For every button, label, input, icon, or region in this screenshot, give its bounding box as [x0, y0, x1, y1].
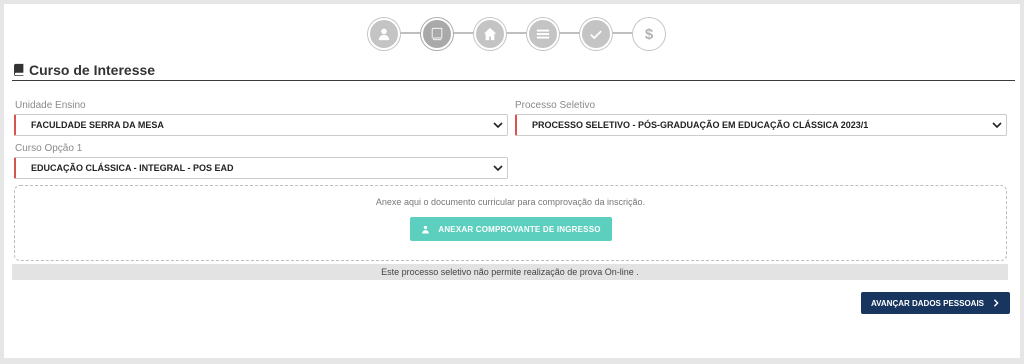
upload-dropzone[interactable]: Anexe aqui o documento curricular para c… — [14, 185, 1007, 261]
step-personal[interactable] — [368, 18, 400, 50]
step-confirm[interactable] — [580, 18, 612, 50]
dollar-icon: $ — [644, 25, 654, 43]
unidade-select[interactable]: FACULDADE SERRA DA MESA — [14, 114, 508, 136]
page-title: Curso de Interesse — [29, 62, 156, 78]
step-course[interactable] — [421, 18, 453, 50]
book-icon — [431, 27, 443, 41]
upload-instruction: Anexe aqui o documento curricular para c… — [375, 197, 646, 207]
user-upload-icon — [422, 225, 430, 233]
book-icon — [14, 63, 24, 76]
next-button-label: AVANÇAR DADOS PESSOAIS — [870, 298, 985, 308]
home-icon — [483, 27, 497, 41]
curso-select-value: EDUCAÇÃO CLÁSSICA - INTEGRAL - POS EAD — [31, 163, 234, 173]
step-address[interactable] — [474, 18, 506, 50]
next-personal-data-button[interactable]: AVANÇAR DADOS PESSOAIS — [861, 292, 1010, 314]
step-payment[interactable]: $ — [633, 18, 665, 50]
chevron-down-icon — [493, 122, 503, 129]
check-icon — [590, 30, 602, 40]
chevron-down-icon — [493, 165, 503, 172]
attach-proof-label: ANEXAR COMPROVANTE DE INGRESSO — [438, 224, 601, 234]
list-icon — [536, 29, 550, 39]
processo-label: Processo Seletivo — [515, 100, 596, 111]
form-card: $ Curso de Interesse Unidade Ensino FACU… — [4, 4, 1020, 358]
chevron-down-icon — [992, 122, 1002, 129]
online-exam-notice: Este processo seletivo não permite reali… — [12, 264, 1008, 280]
chevron-right-icon — [993, 299, 999, 307]
processo-select[interactable]: PROCESSO SELETIVO - PÓS-GRADUAÇÃO EM EDU… — [515, 114, 1007, 136]
step-documents[interactable] — [527, 18, 559, 50]
curso-label: Curso Opção 1 — [15, 143, 83, 154]
section-header: Curso de Interesse — [12, 62, 1015, 81]
user-icon — [378, 28, 390, 41]
curso-select[interactable]: EDUCAÇÃO CLÁSSICA - INTEGRAL - POS EAD — [14, 157, 508, 179]
progress-stepper: $ — [368, 16, 665, 50]
unidade-label: Unidade Ensino — [15, 100, 86, 111]
attach-proof-button[interactable]: ANEXAR COMPROVANTE DE INGRESSO — [410, 217, 612, 241]
processo-select-value: PROCESSO SELETIVO - PÓS-GRADUAÇÃO EM EDU… — [532, 120, 869, 130]
unidade-select-value: FACULDADE SERRA DA MESA — [31, 120, 164, 130]
